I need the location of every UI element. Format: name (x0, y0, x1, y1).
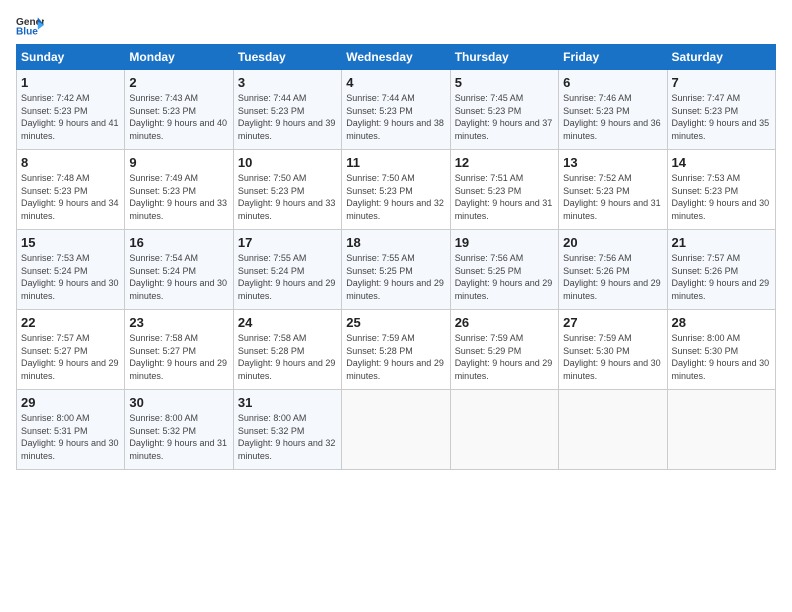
day-header-thursday: Thursday (450, 45, 558, 70)
day-header-monday: Monday (125, 45, 233, 70)
table-row: 10Sunrise: 7:50 AMSunset: 5:23 PMDayligh… (233, 150, 341, 230)
logo: General Blue (16, 14, 48, 36)
table-row: 16Sunrise: 7:54 AMSunset: 5:24 PMDayligh… (125, 230, 233, 310)
week-row-5: 29Sunrise: 8:00 AMSunset: 5:31 PMDayligh… (17, 390, 776, 470)
table-row (667, 390, 775, 470)
table-row (342, 390, 450, 470)
header: General Blue (16, 14, 776, 36)
table-row: 22Sunrise: 7:57 AMSunset: 5:27 PMDayligh… (17, 310, 125, 390)
logo-icon: General Blue (16, 14, 44, 36)
days-header-row: SundayMondayTuesdayWednesdayThursdayFrid… (17, 45, 776, 70)
table-row: 31Sunrise: 8:00 AMSunset: 5:32 PMDayligh… (233, 390, 341, 470)
table-row: 4Sunrise: 7:44 AMSunset: 5:23 PMDaylight… (342, 70, 450, 150)
table-row: 21Sunrise: 7:57 AMSunset: 5:26 PMDayligh… (667, 230, 775, 310)
table-row (450, 390, 558, 470)
table-row: 2Sunrise: 7:43 AMSunset: 5:23 PMDaylight… (125, 70, 233, 150)
week-row-3: 15Sunrise: 7:53 AMSunset: 5:24 PMDayligh… (17, 230, 776, 310)
table-row: 19Sunrise: 7:56 AMSunset: 5:25 PMDayligh… (450, 230, 558, 310)
day-header-wednesday: Wednesday (342, 45, 450, 70)
week-row-1: 1Sunrise: 7:42 AMSunset: 5:23 PMDaylight… (17, 70, 776, 150)
table-row: 9Sunrise: 7:49 AMSunset: 5:23 PMDaylight… (125, 150, 233, 230)
table-row: 11Sunrise: 7:50 AMSunset: 5:23 PMDayligh… (342, 150, 450, 230)
table-row: 3Sunrise: 7:44 AMSunset: 5:23 PMDaylight… (233, 70, 341, 150)
table-row: 23Sunrise: 7:58 AMSunset: 5:27 PMDayligh… (125, 310, 233, 390)
calendar-container: General Blue SundayMondayTuesdayWednesda… (0, 0, 792, 480)
table-row: 18Sunrise: 7:55 AMSunset: 5:25 PMDayligh… (342, 230, 450, 310)
week-row-4: 22Sunrise: 7:57 AMSunset: 5:27 PMDayligh… (17, 310, 776, 390)
table-row: 17Sunrise: 7:55 AMSunset: 5:24 PMDayligh… (233, 230, 341, 310)
day-header-friday: Friday (559, 45, 667, 70)
day-header-tuesday: Tuesday (233, 45, 341, 70)
table-row (559, 390, 667, 470)
table-row: 13Sunrise: 7:52 AMSunset: 5:23 PMDayligh… (559, 150, 667, 230)
day-header-sunday: Sunday (17, 45, 125, 70)
table-row: 29Sunrise: 8:00 AMSunset: 5:31 PMDayligh… (17, 390, 125, 470)
cell-dec-1: 1Sunrise: 7:42 AMSunset: 5:23 PMDaylight… (17, 70, 125, 150)
table-row: 30Sunrise: 8:00 AMSunset: 5:32 PMDayligh… (125, 390, 233, 470)
week-row-2: 8Sunrise: 7:48 AMSunset: 5:23 PMDaylight… (17, 150, 776, 230)
calendar-table: SundayMondayTuesdayWednesdayThursdayFrid… (16, 44, 776, 470)
table-row: 5Sunrise: 7:45 AMSunset: 5:23 PMDaylight… (450, 70, 558, 150)
table-row: 14Sunrise: 7:53 AMSunset: 5:23 PMDayligh… (667, 150, 775, 230)
table-row: 20Sunrise: 7:56 AMSunset: 5:26 PMDayligh… (559, 230, 667, 310)
day-header-saturday: Saturday (667, 45, 775, 70)
table-row: 15Sunrise: 7:53 AMSunset: 5:24 PMDayligh… (17, 230, 125, 310)
svg-text:Blue: Blue (16, 26, 38, 36)
table-row: 24Sunrise: 7:58 AMSunset: 5:28 PMDayligh… (233, 310, 341, 390)
table-row: 6Sunrise: 7:46 AMSunset: 5:23 PMDaylight… (559, 70, 667, 150)
table-row: 12Sunrise: 7:51 AMSunset: 5:23 PMDayligh… (450, 150, 558, 230)
table-row: 27Sunrise: 7:59 AMSunset: 5:30 PMDayligh… (559, 310, 667, 390)
table-row: 28Sunrise: 8:00 AMSunset: 5:30 PMDayligh… (667, 310, 775, 390)
table-row: 25Sunrise: 7:59 AMSunset: 5:28 PMDayligh… (342, 310, 450, 390)
table-row: 26Sunrise: 7:59 AMSunset: 5:29 PMDayligh… (450, 310, 558, 390)
table-row: 8Sunrise: 7:48 AMSunset: 5:23 PMDaylight… (17, 150, 125, 230)
table-row: 7Sunrise: 7:47 AMSunset: 5:23 PMDaylight… (667, 70, 775, 150)
